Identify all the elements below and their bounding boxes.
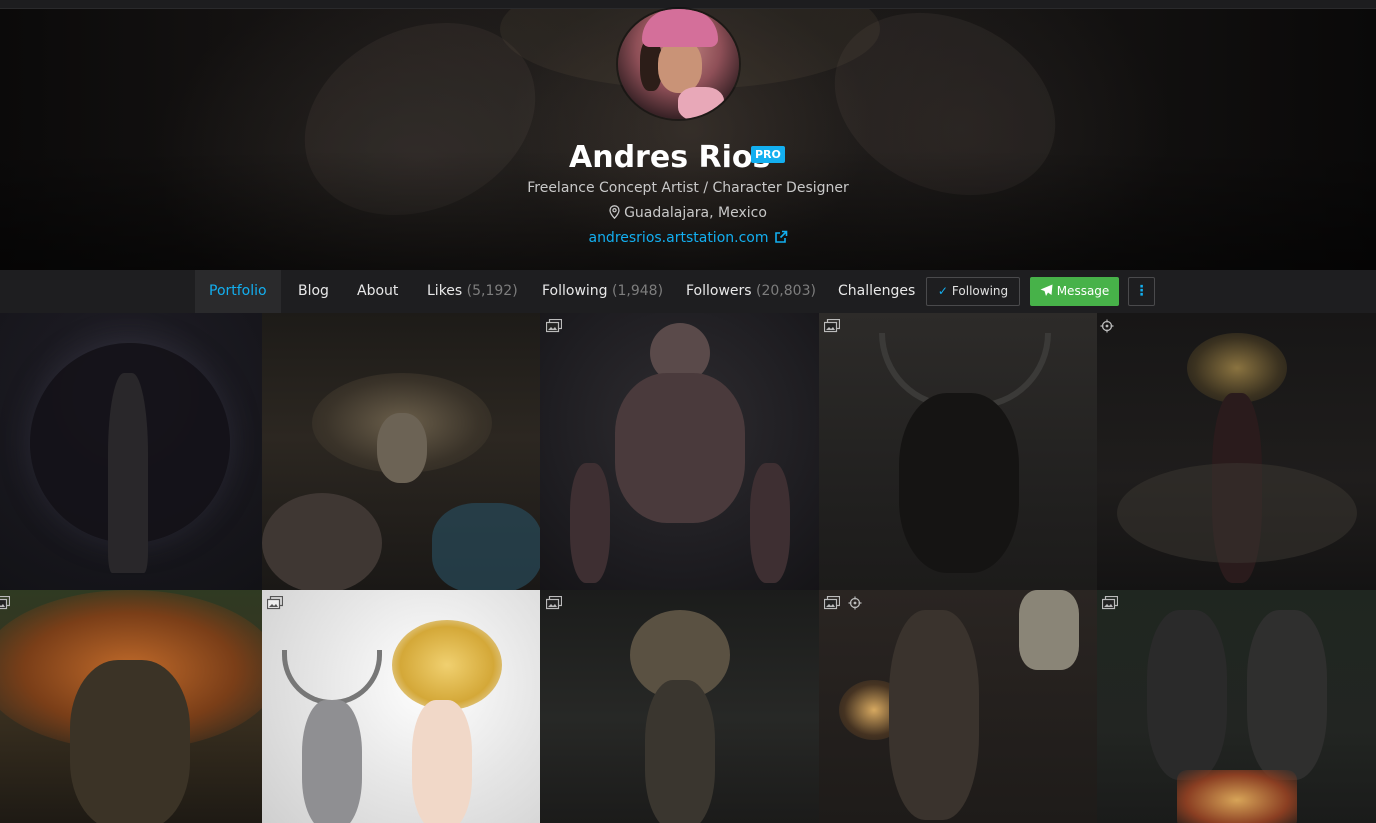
more-options-button[interactable]: ⋮ (1128, 277, 1155, 306)
rotate-360-icon (848, 595, 864, 610)
tab-following-count: (1,948) (612, 283, 664, 299)
artwork-thumbnail[interactable] (0, 313, 262, 590)
tab-challenges[interactable]: Challenges (838, 270, 915, 313)
profile-location: Guadalajara, Mexico (0, 205, 1376, 223)
profile-tagline: Freelance Concept Artist / Character Des… (527, 180, 849, 196)
tab-likes[interactable]: Likes (5,192) (427, 270, 518, 313)
vertical-dots-icon[interactable]: ⋮ (1135, 283, 1149, 299)
tab-about[interactable]: About (357, 270, 398, 313)
tab-blog-label[interactable]: Blog (298, 283, 329, 299)
tab-blog[interactable]: Blog (298, 270, 329, 313)
tab-portfolio-label[interactable]: Portfolio (209, 283, 267, 299)
artwork-thumbnail[interactable] (819, 313, 1097, 590)
tab-likes-count: (5,192) (466, 283, 518, 299)
artwork-thumbnail[interactable] (1097, 590, 1376, 823)
paper-plane-icon (1040, 279, 1053, 308)
artwork-thumbnail[interactable] (0, 590, 262, 823)
tab-likes-label[interactable]: Likes (427, 283, 462, 299)
image-stack-icon (823, 318, 841, 333)
map-pin-icon (609, 205, 620, 223)
check-icon: ✓ (937, 284, 948, 298)
profile-website-link[interactable]: andresrios.artstation.com (0, 230, 1376, 248)
tab-portfolio[interactable]: Portfolio (195, 270, 281, 313)
artwork-thumbnail[interactable] (819, 590, 1097, 823)
image-stack-icon (545, 318, 563, 333)
image-stack-icon (266, 595, 284, 610)
image-stack-icon (0, 595, 11, 610)
website-text[interactable]: andresrios.artstation.com (588, 230, 768, 246)
rotate-360-icon (1100, 318, 1116, 333)
artwork-thumbnail[interactable] (540, 313, 819, 590)
image-stack-icon (545, 595, 563, 610)
profile-name: Andres Rios (569, 140, 771, 175)
message-button[interactable]: Message (1030, 277, 1119, 306)
location-text: Guadalajara, Mexico (624, 205, 767, 221)
artwork-thumbnail[interactable] (540, 590, 819, 823)
tab-followers-count: (20,803) (756, 283, 816, 299)
artwork-thumbnail[interactable] (262, 590, 540, 823)
message-button-label[interactable]: Message (1057, 284, 1110, 298)
following-button-label[interactable]: Following (952, 284, 1008, 298)
pro-badge: PRO (751, 146, 785, 163)
tab-following-label[interactable]: Following (542, 283, 608, 299)
image-stack-icon (823, 595, 841, 610)
top-header-bar (0, 0, 1376, 9)
tab-followers-label[interactable]: Followers (686, 283, 752, 299)
tab-followers[interactable]: Followers (20,803) (686, 270, 816, 313)
external-link-icon[interactable] (774, 230, 788, 248)
tab-following[interactable]: Following (1,948) (542, 270, 663, 313)
artwork-thumbnail[interactable] (262, 313, 540, 590)
image-stack-icon (1101, 595, 1119, 610)
tab-about-label[interactable]: About (357, 283, 398, 299)
artwork-thumbnail[interactable] (1097, 313, 1376, 590)
following-button[interactable]: ✓ Following (926, 277, 1020, 306)
tab-challenges-label[interactable]: Challenges (838, 283, 915, 299)
avatar[interactable] (618, 9, 739, 119)
